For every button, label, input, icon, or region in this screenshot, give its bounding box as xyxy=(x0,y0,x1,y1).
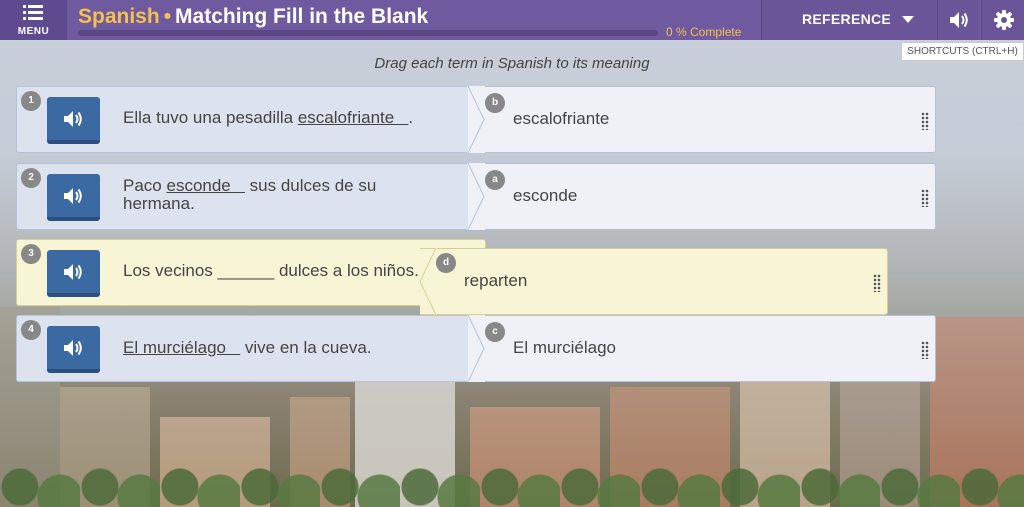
answer-blank[interactable]: El murciélago xyxy=(123,338,240,357)
drag-handle-icon[interactable] xyxy=(921,189,929,207)
row-number: 3 xyxy=(21,244,41,264)
card-text: escalofriante xyxy=(513,109,610,128)
row-number: 1 xyxy=(21,91,41,111)
audio-button[interactable] xyxy=(47,174,100,221)
answer-card[interactable]: a esconde xyxy=(467,163,936,230)
sentence-text: Paco esconde sus dulces de su hermana. xyxy=(123,177,413,213)
progress-bar xyxy=(78,30,658,36)
card-notch xyxy=(467,86,485,153)
audio-button[interactable] xyxy=(47,97,100,144)
sentence-row: 2 Paco esconde sus dulces de su hermana. xyxy=(16,163,486,230)
sentence-part: Ella tuvo una pesadilla xyxy=(123,108,298,127)
speaker-icon xyxy=(64,188,82,204)
card-notch xyxy=(467,163,485,230)
volume-button[interactable] xyxy=(937,0,979,40)
sentence-text: Ella tuvo una pesadilla escalofriante . xyxy=(123,109,423,127)
gear-icon xyxy=(994,10,1014,30)
sentence-row-active: 3 Los vecinos ______ dulces a los niños. xyxy=(16,239,486,306)
menu-icon xyxy=(23,5,43,21)
card-letter: c xyxy=(485,322,505,342)
reference-dropdown[interactable]: REFERENCE xyxy=(761,0,937,40)
sentence-row: 4 El murciélago vive en la cueva. xyxy=(16,315,486,382)
progress-text: 0 % Complete xyxy=(666,25,742,39)
drag-handle-icon[interactable] xyxy=(873,274,881,292)
speaker-icon xyxy=(64,340,82,356)
instructions: Drag each term in Spanish to its meaning xyxy=(374,55,650,72)
card-letter: b xyxy=(485,93,505,113)
card-text: esconde xyxy=(513,186,578,205)
menu-label: MENU xyxy=(17,26,50,37)
row-number: 2 xyxy=(21,168,41,188)
background-trees xyxy=(0,447,1024,507)
audio-button[interactable] xyxy=(47,250,100,297)
sentence-part: Paco xyxy=(123,176,167,195)
drag-handle-icon[interactable] xyxy=(921,112,929,130)
row-number: 4 xyxy=(21,320,41,340)
activity-title: Matching Fill in the Blank xyxy=(175,5,429,28)
title-separator: • xyxy=(163,5,172,28)
reference-label: REFERENCE xyxy=(802,11,892,27)
volume-icon xyxy=(950,12,968,28)
answer-blank[interactable]: esconde xyxy=(166,176,244,195)
chevron-down-icon xyxy=(902,16,914,23)
drag-handle-icon[interactable] xyxy=(921,341,929,359)
audio-button[interactable] xyxy=(47,326,100,373)
menu-button[interactable]: MENU xyxy=(0,0,67,40)
sentence-part: vive en la cueva. xyxy=(240,338,372,357)
speaker-icon xyxy=(64,111,82,127)
top-bar: MENU Spanish • Matching Fill in the Blank … xyxy=(0,0,1024,40)
card-text: El murciélago xyxy=(513,338,616,357)
sentence-part: . xyxy=(408,108,414,127)
sentence-text: Los vecinos ______ dulces a los niños. xyxy=(123,262,453,280)
sentence-row: 1 Ella tuvo una pesadilla escalofriante … xyxy=(16,86,486,153)
answer-card-dragging[interactable]: d reparten xyxy=(419,248,888,315)
card-text: reparten xyxy=(464,271,528,290)
settings-button[interactable] xyxy=(981,0,1024,40)
page-title: Spanish • Matching Fill in the Blank xyxy=(78,5,428,29)
sentence-text: El murciélago vive en la cueva. xyxy=(123,339,453,357)
card-notch xyxy=(467,315,485,382)
sentence-part: Los vecinos ______ dulces a los niños. xyxy=(123,261,419,280)
card-letter: d xyxy=(436,253,456,273)
card-notch xyxy=(419,248,437,315)
subject-label: Spanish xyxy=(78,5,160,28)
speaker-icon xyxy=(64,264,82,280)
answer-blank[interactable]: escalofriante xyxy=(298,108,409,127)
answer-card[interactable]: b escalofriante xyxy=(467,86,936,153)
card-letter: a xyxy=(485,170,505,190)
answer-card[interactable]: c El murciélago xyxy=(467,315,936,382)
